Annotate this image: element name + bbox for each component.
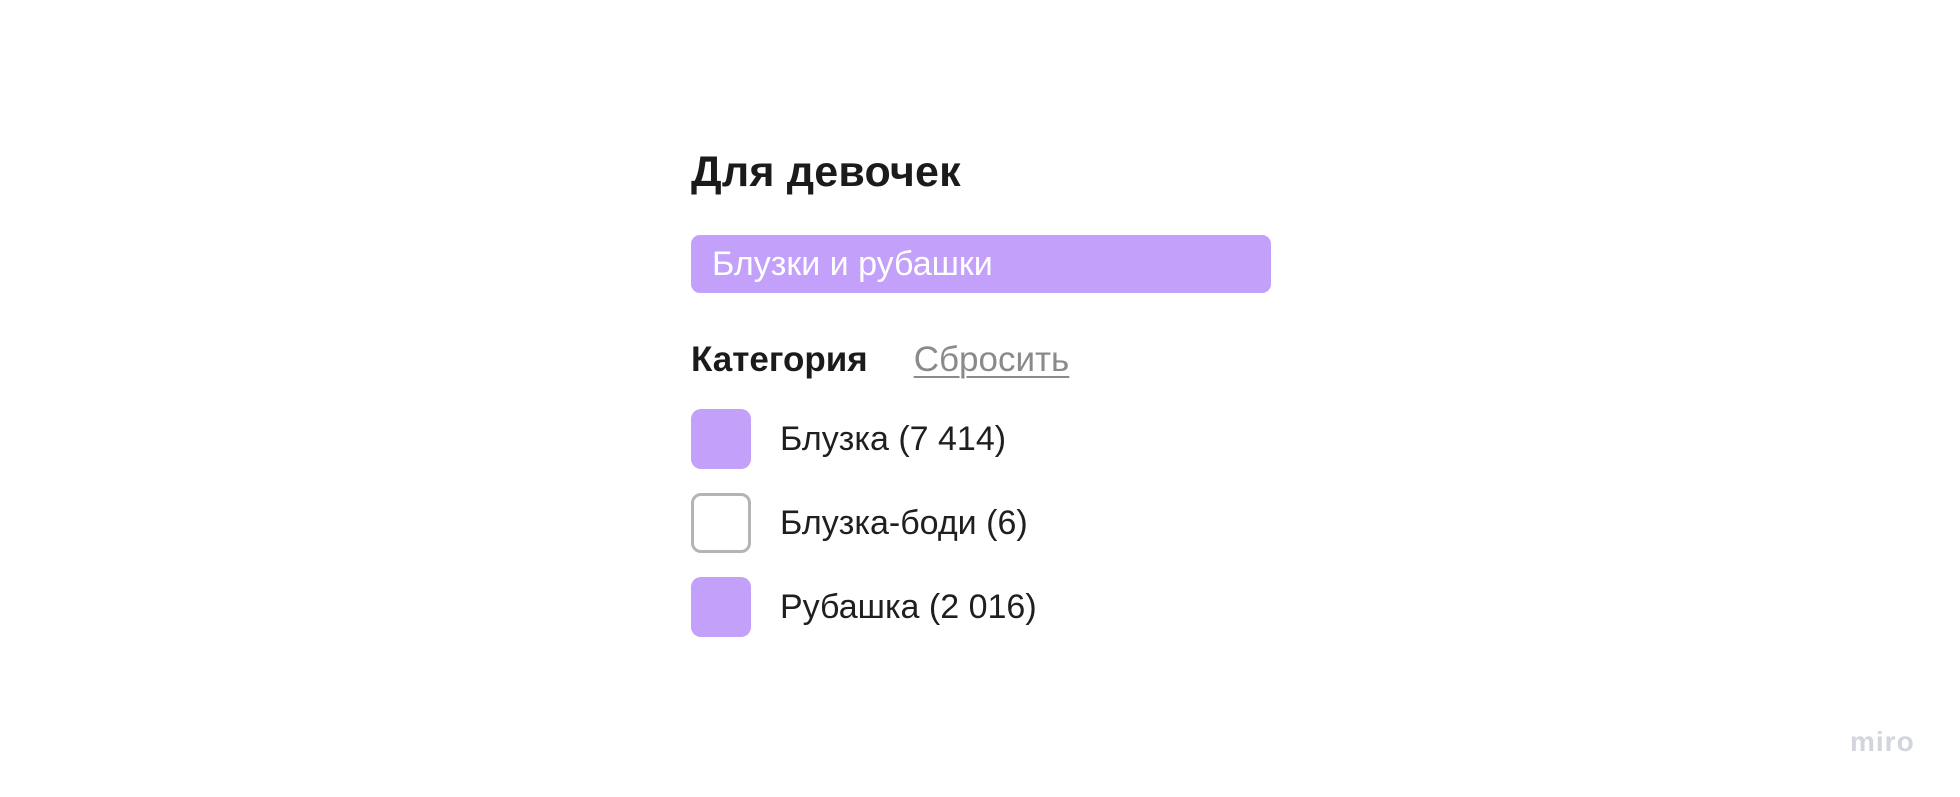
filter-option-rubashka[interactable]: Рубашка (2 016) bbox=[691, 577, 1271, 637]
miro-watermark-logo: miro bbox=[1850, 726, 1915, 757]
filter-option-bluzka-bodi[interactable]: Блузка-боди (6) bbox=[691, 493, 1271, 553]
option-label: Блузка-боди (6) bbox=[780, 503, 1028, 542]
selected-category-chip[interactable]: Блузки и рубашки bbox=[691, 235, 1271, 293]
filter-options-list: Блузка (7 414) Блузка-боди (6) Рубашка (… bbox=[691, 409, 1271, 637]
checkbox-unchecked[interactable] bbox=[691, 493, 751, 553]
option-label: Блузка (7 414) bbox=[780, 419, 1007, 458]
checkbox-checked[interactable] bbox=[691, 409, 751, 469]
reset-link[interactable]: Сбросить bbox=[914, 338, 1070, 382]
checkbox-checked[interactable] bbox=[691, 577, 751, 637]
option-label: Рубашка (2 016) bbox=[780, 587, 1037, 626]
category-filter-panel: Для девочек Блузки и рубашки Категория С… bbox=[691, 146, 1271, 661]
filter-header: Категория Сбросить bbox=[691, 338, 1271, 382]
filter-option-bluzka[interactable]: Блузка (7 414) bbox=[691, 409, 1271, 469]
filter-title: Категория bbox=[691, 340, 868, 379]
section-title: Для девочек bbox=[691, 148, 961, 196]
page: Для девочек Блузки и рубашки Категория С… bbox=[0, 0, 1960, 797]
